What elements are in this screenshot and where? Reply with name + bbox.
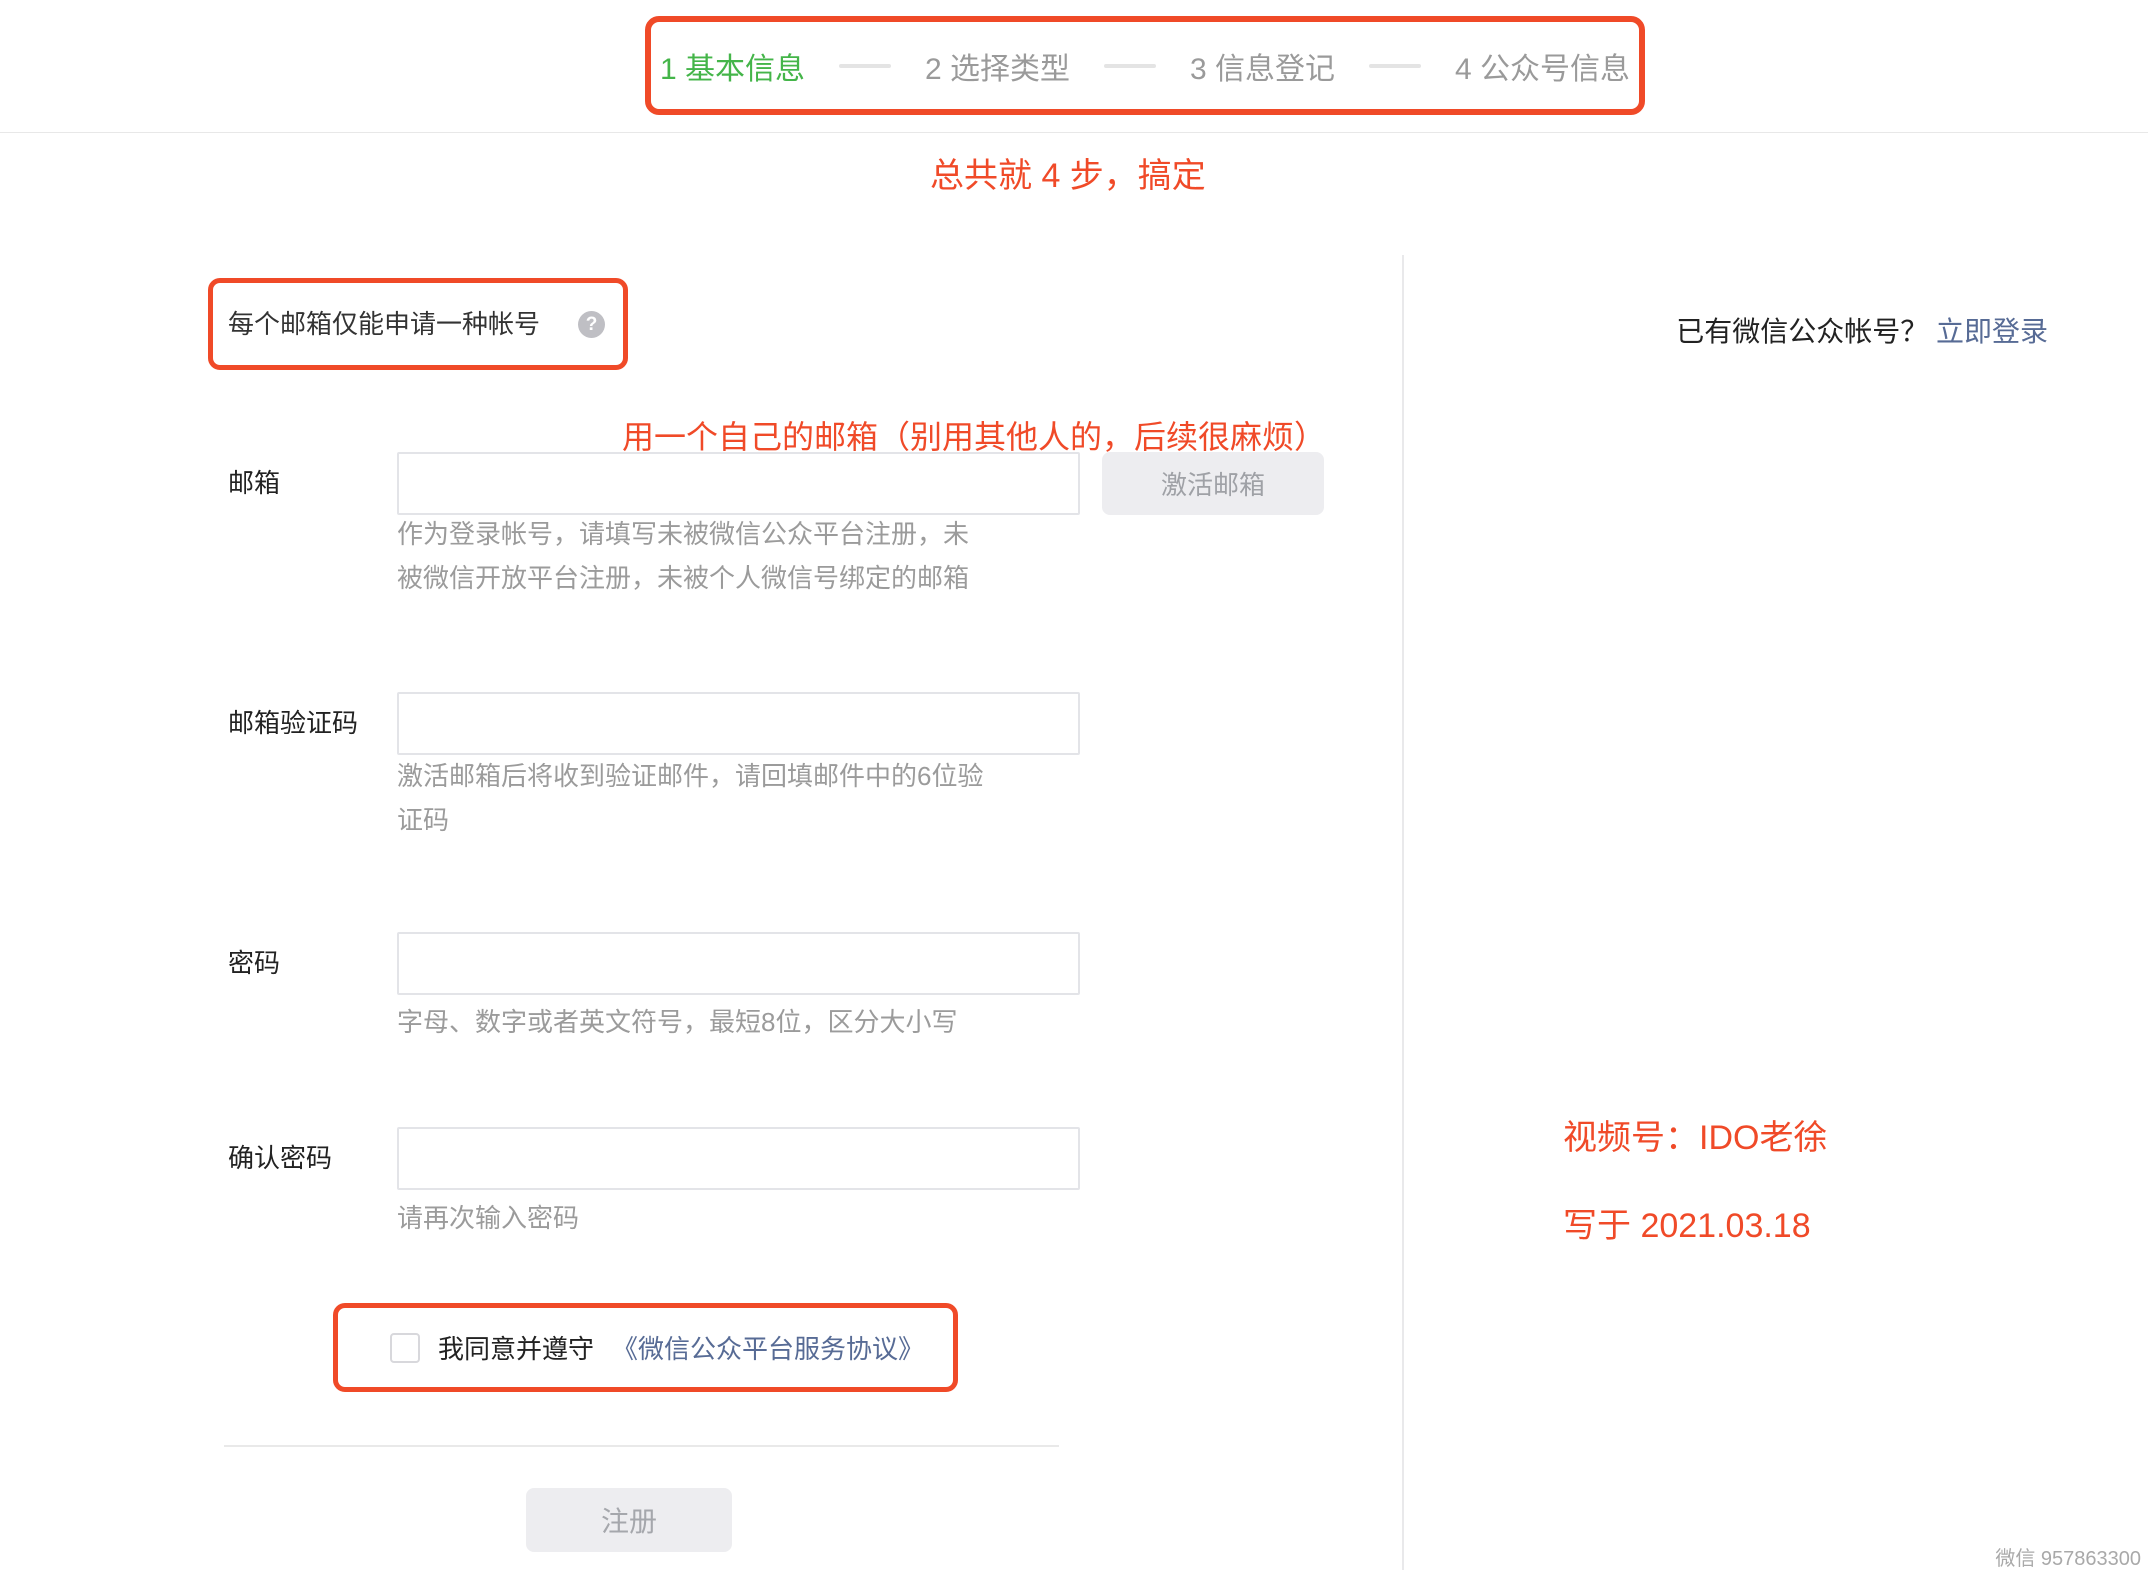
email-limit-notice: 每个邮箱仅能申请一种帐号 <box>228 278 540 370</box>
agreement-checkbox[interactable] <box>390 1333 420 1363</box>
email-input[interactable] <box>397 452 1080 515</box>
step-separator <box>839 64 891 68</box>
steps-annotation-box: 1 基本信息 2 选择类型 3 信息登记 4 公众号信息 <box>645 16 1645 115</box>
password-label: 密码 <box>228 932 280 995</box>
confirm-password-help-text: 请再次输入密码 <box>397 1196 579 1240</box>
activate-email-button[interactable]: 激活邮箱 <box>1102 452 1324 515</box>
agreement-annotation-box: 我同意并遵守 《微信公众平台服务协议》 <box>333 1303 958 1392</box>
form-divider <box>224 1445 1059 1447</box>
email-label: 邮箱 <box>228 452 280 515</box>
service-agreement-link[interactable]: 《微信公众平台服务协议》 <box>612 1329 924 1366</box>
annotation-channel-note: 视频号：IDO老徐 <box>1563 1110 1827 1159</box>
login-now-link[interactable]: 立即登录 <box>1936 316 2048 347</box>
annotation-date-note: 写于 2021.03.18 <box>1563 1198 1811 1247</box>
password-help-text: 字母、数字或者英文符号，最短8位，区分大小写 <box>397 1000 957 1044</box>
register-page: 1 基本信息 2 选择类型 3 信息登记 4 公众号信息 总共就 4 步，搞定 … <box>0 0 2148 1570</box>
existing-account-line: 已有微信公众帐号？ 立即登录 <box>1676 310 2048 350</box>
step-3-info-registration: 3 信息登记 <box>1190 44 1335 88</box>
header: 1 基本信息 2 选择类型 3 信息登记 4 公众号信息 <box>0 0 2148 133</box>
confirm-password-input[interactable] <box>397 1127 1080 1190</box>
step-separator <box>1369 64 1421 68</box>
code-label: 邮箱验证码 <box>228 692 358 755</box>
vertical-divider <box>1402 255 1404 1570</box>
agreement-text: 我同意并遵守 <box>438 1329 594 1366</box>
code-help-text: 激活邮箱后将收到验证邮件，请回填邮件中的6位验 证码 <box>397 754 983 842</box>
step-4-account-info: 4 公众号信息 <box>1455 44 1630 88</box>
step-2-choose-type: 2 选择类型 <box>925 44 1070 88</box>
email-help-text: 作为登录帐号，请填写未被微信公众平台注册，未 被微信开放平台注册，未被个人微信号… <box>397 512 969 600</box>
code-help-line1: 激活邮箱后将收到验证邮件，请回填邮件中的6位验 <box>397 754 983 798</box>
email-help-line2: 被微信开放平台注册，未被个人微信号绑定的邮箱 <box>397 556 969 600</box>
help-question-icon[interactable]: ? <box>578 311 605 338</box>
step-separator <box>1104 64 1156 68</box>
code-help-line2: 证码 <box>397 798 983 842</box>
annotation-steps-note: 总共就 4 步，搞定 <box>930 148 1206 197</box>
confirm-password-label: 确认密码 <box>228 1127 332 1190</box>
existing-account-text: 已有微信公众帐号？ <box>1676 316 1928 347</box>
register-button[interactable]: 注册 <box>526 1488 732 1552</box>
password-input[interactable] <box>397 932 1080 995</box>
code-input[interactable] <box>397 692 1080 755</box>
email-help-line1: 作为登录帐号，请填写未被微信公众平台注册，未 <box>397 512 969 556</box>
step-1-basic-info: 1 基本信息 <box>660 44 805 88</box>
wechat-watermark: 微信 957863300 <box>1995 1542 2141 1570</box>
